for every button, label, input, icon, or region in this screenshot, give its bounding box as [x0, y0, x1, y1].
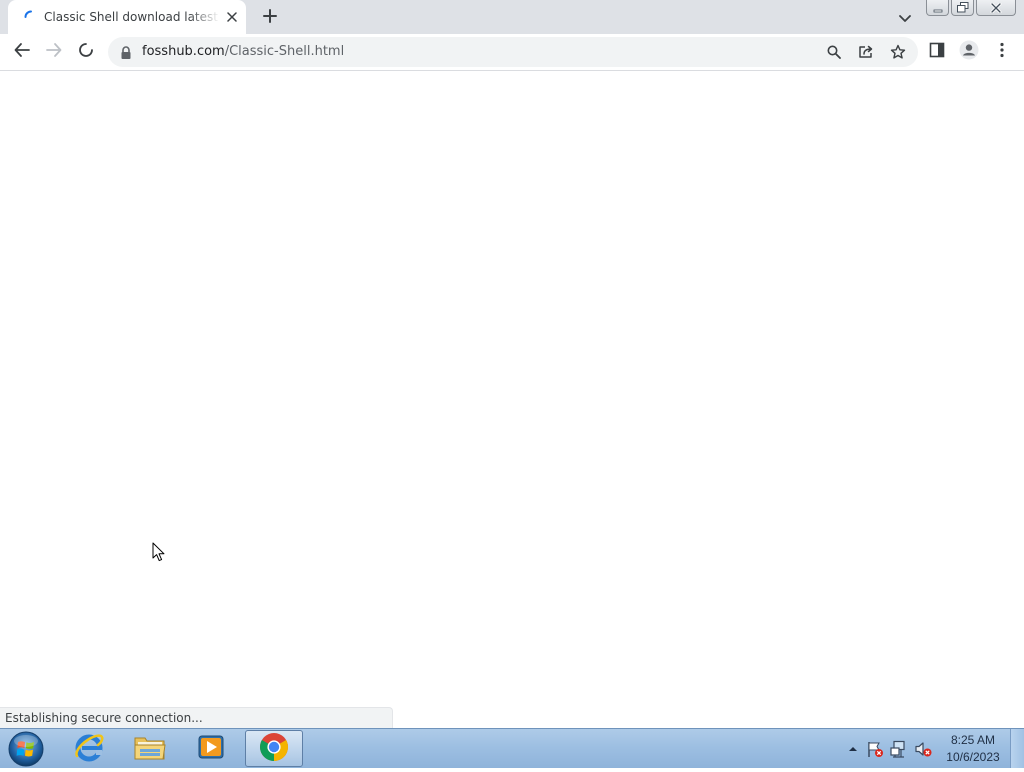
url-path: /Classic-Shell.html: [224, 44, 345, 59]
clock-date: 10/6/2023: [946, 750, 1000, 764]
start-button[interactable]: [6, 730, 46, 768]
kebab-menu-icon: [1000, 42, 1004, 62]
url-host: fosshub.com: [142, 44, 225, 59]
show-desktop-button[interactable]: [1010, 729, 1024, 768]
tab-title: Classic Shell download latest version: [44, 10, 220, 24]
restore-icon: [956, 0, 969, 17]
loading-spinner-icon: [24, 9, 38, 23]
network-icon[interactable]: [890, 740, 908, 758]
mouse-cursor-icon: [152, 542, 166, 562]
forward-arrow-icon: [46, 42, 62, 62]
forward-button[interactable]: [40, 38, 68, 66]
taskbar-file-explorer[interactable]: [121, 730, 179, 767]
window-controls: [926, 0, 1018, 17]
tab-strip: Classic Shell download latest version: [0, 0, 1024, 34]
side-panel-icon: [929, 42, 945, 62]
clock[interactable]: 8:25 AM 10/6/2023: [940, 732, 1006, 766]
back-arrow-icon: [14, 42, 30, 62]
chrome-icon: [259, 732, 289, 766]
profile-button[interactable]: [955, 38, 983, 66]
minimize-button[interactable]: [926, 0, 949, 16]
browser-menu-button[interactable]: [988, 38, 1016, 66]
lock-icon[interactable]: [120, 45, 132, 59]
status-bubble: Establishing secure connection...: [0, 707, 393, 728]
stop-loading-button[interactable]: [72, 38, 100, 66]
star-icon[interactable]: [888, 42, 908, 62]
taskbar-internet-explorer[interactable]: [60, 730, 118, 767]
profile-avatar-icon: [959, 40, 979, 64]
address-bar[interactable]: fosshub.com/Classic-Shell.html: [108, 37, 918, 67]
search-icon[interactable]: [824, 42, 844, 62]
taskbar-media-player[interactable]: [182, 730, 240, 767]
file-explorer-icon: [133, 732, 167, 766]
back-button[interactable]: [8, 38, 36, 66]
chevron-down-icon: [899, 8, 911, 27]
stop-loading-icon: [78, 42, 94, 62]
internet-explorer-icon: [73, 731, 105, 767]
page-viewport[interactable]: [0, 71, 1024, 728]
side-panel-button[interactable]: [923, 38, 951, 66]
tab-close-icon[interactable]: [224, 9, 240, 25]
close-icon: [990, 0, 1002, 17]
window-close-button[interactable]: [976, 0, 1016, 16]
url-text[interactable]: fosshub.com/Classic-Shell.html: [142, 37, 344, 67]
media-player-icon: [196, 732, 226, 766]
share-icon[interactable]: [856, 42, 876, 62]
windows-start-orb-icon: [6, 731, 46, 772]
minimize-icon: [933, 0, 943, 17]
show-hidden-icons-arrow[interactable]: [844, 740, 862, 758]
action-center-flag-icon[interactable]: [866, 740, 884, 758]
browser-tab[interactable]: Classic Shell download latest version: [8, 0, 246, 34]
plus-icon: [263, 8, 277, 27]
tab-search-button[interactable]: [894, 6, 916, 28]
taskbar: 8:25 AM 10/6/2023: [0, 728, 1024, 768]
restore-button[interactable]: [951, 0, 974, 16]
browser-toolbar: fosshub.com/Classic-Shell.html: [0, 34, 1024, 71]
clock-time: 8:25 AM: [950, 733, 996, 747]
taskbar-chrome[interactable]: [245, 730, 303, 767]
volume-muted-icon[interactable]: [914, 740, 932, 758]
new-tab-button[interactable]: [258, 5, 282, 29]
